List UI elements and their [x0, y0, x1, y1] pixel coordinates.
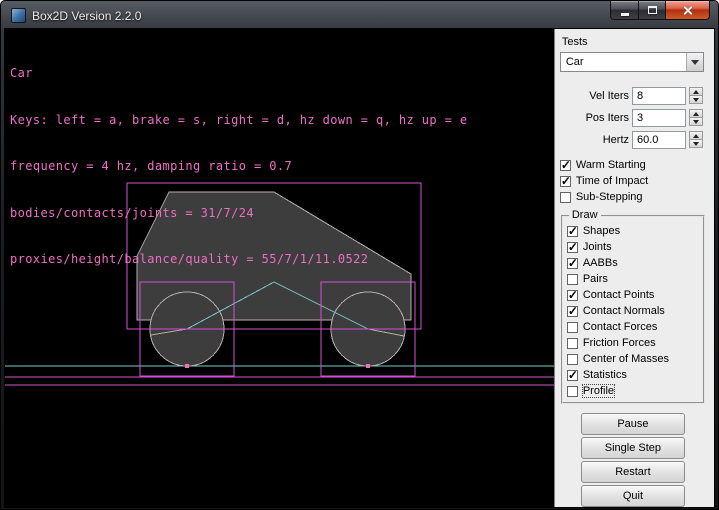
draw-contact-points-checkbox[interactable]: Contact Points: [567, 287, 701, 303]
draw-profile-label: Profile: [583, 385, 614, 397]
draw-friction-forces-label: Friction Forces: [583, 337, 656, 349]
titlebar[interactable]: Box2D Version 2.2.0: [4, 3, 715, 28]
draw-center-of-masses-label: Center of Masses: [583, 353, 669, 365]
contact-point-rear: [185, 364, 189, 368]
close-icon: [682, 5, 693, 16]
draw-aabbs-label: AABBs: [583, 257, 618, 269]
window-content: Car Keys: left = a, brake = s, right = d…: [4, 28, 715, 508]
info-line-test-name: Car: [10, 66, 467, 82]
vel-iters-label: Vel Iters: [589, 90, 629, 102]
draw-aabbs-checkbox[interactable]: AABBs: [567, 255, 701, 271]
test-select-value: Car: [561, 56, 686, 68]
window-controls: [610, 1, 710, 20]
pos-iters-down-button[interactable]: [689, 117, 703, 126]
draw-friction-forces-checkbox[interactable]: Friction Forces: [567, 335, 701, 351]
draw-contact-normals-checkbox[interactable]: Contact Normals: [567, 303, 701, 319]
minimize-icon: [621, 13, 629, 16]
test-select[interactable]: Car: [560, 52, 704, 72]
checkbox-box-icon: [567, 386, 578, 397]
draw-contact-points-label: Contact Points: [583, 289, 655, 301]
info-line-quality: proxies/height/balance/quality = 55/7/1/…: [10, 252, 467, 268]
vel-iters-row: Vel Iters 8: [560, 86, 706, 105]
pos-iters-input[interactable]: 3: [632, 109, 686, 127]
hertz-down-button[interactable]: [689, 139, 703, 148]
checkbox-box-icon: [567, 290, 578, 301]
action-buttons: Pause Single Step Restart Quit: [560, 413, 706, 507]
close-button[interactable]: [665, 1, 710, 20]
checkbox-box-icon: [567, 306, 578, 317]
pause-button[interactable]: Pause: [581, 413, 685, 435]
checkbox-box-icon: [567, 274, 578, 285]
draw-contact-forces-label: Contact Forces: [583, 321, 658, 333]
info-text: Car Keys: left = a, brake = s, right = d…: [10, 35, 467, 299]
checkbox-box-icon: [560, 160, 571, 171]
pos-iters-spinner: [689, 109, 703, 126]
checkbox-box-icon: [560, 192, 571, 203]
draw-contact-normals-label: Contact Normals: [583, 305, 665, 317]
tests-label: Tests: [562, 36, 706, 48]
draw-profile-checkbox[interactable]: Profile: [567, 383, 701, 399]
info-line-frequency: frequency = 4 hz, damping ratio = 0.7: [10, 159, 467, 175]
simulation-canvas[interactable]: Car Keys: left = a, brake = s, right = d…: [5, 29, 554, 507]
single-step-button[interactable]: Single Step: [581, 437, 685, 459]
draw-joints-label: Joints: [583, 241, 612, 253]
window-title: Box2D Version 2.2.0: [32, 9, 141, 23]
app-window: Box2D Version 2.2.0 Car Keys: left = a, …: [0, 0, 719, 510]
checkbox-box-icon: [567, 370, 578, 381]
draw-pairs-checkbox[interactable]: Pairs: [567, 271, 701, 287]
checkbox-box-icon: [567, 322, 578, 333]
control-panel: Tests Car Vel Iters 8 Pos Iters 3: [554, 29, 714, 507]
hertz-row: Hertz 60.0: [560, 130, 706, 149]
draw-pairs-label: Pairs: [583, 273, 608, 285]
hertz-label: Hertz: [603, 134, 629, 146]
hertz-input[interactable]: 60.0: [632, 131, 686, 149]
checkbox-box-icon: [567, 242, 578, 253]
draw-statistics-label: Statistics: [583, 369, 627, 381]
checkbox-box-icon: [567, 258, 578, 269]
draw-group-legend: Draw: [569, 209, 601, 221]
dropdown-button[interactable]: [686, 53, 703, 71]
iteration-controls: Vel Iters 8 Pos Iters 3 Hert: [560, 86, 706, 149]
checkbox-box-icon: [560, 176, 571, 187]
vel-iters-spinner: [689, 87, 703, 104]
pos-iters-row: Pos Iters 3: [560, 108, 706, 127]
vel-iters-down-button[interactable]: [689, 95, 703, 104]
draw-group: Draw Shapes Joints AABBs Pairs: [561, 215, 705, 404]
hertz-spinner: [689, 131, 703, 148]
solver-options: Warm Starting Time of Impact Sub-Steppin…: [560, 157, 706, 205]
sub-stepping-label: Sub-Stepping: [576, 191, 643, 203]
draw-shapes-label: Shapes: [583, 225, 620, 237]
chevron-down-icon: [691, 60, 699, 65]
vel-iters-input[interactable]: 8: [632, 87, 686, 105]
draw-contact-forces-checkbox[interactable]: Contact Forces: [567, 319, 701, 335]
draw-statistics-checkbox[interactable]: Statistics: [567, 367, 701, 383]
checkbox-box-icon: [567, 354, 578, 365]
maximize-icon: [648, 6, 657, 14]
quit-button[interactable]: Quit: [581, 485, 685, 507]
sub-stepping-checkbox[interactable]: Sub-Stepping: [560, 189, 706, 205]
checkbox-box-icon: [567, 226, 578, 237]
app-icon[interactable]: [11, 8, 26, 23]
warm-starting-checkbox[interactable]: Warm Starting: [560, 157, 706, 173]
draw-center-of-masses-checkbox[interactable]: Center of Masses: [567, 351, 701, 367]
maximize-button[interactable]: [638, 1, 666, 20]
minimize-button[interactable]: [610, 1, 639, 20]
time-of-impact-label: Time of Impact: [576, 175, 648, 187]
info-line-counts: bodies/contacts/joints = 31/7/24: [10, 206, 467, 222]
contact-point-front: [366, 364, 370, 368]
checkbox-box-icon: [567, 338, 578, 349]
pos-iters-label: Pos Iters: [586, 112, 629, 124]
draw-joints-checkbox[interactable]: Joints: [567, 239, 701, 255]
time-of-impact-checkbox[interactable]: Time of Impact: [560, 173, 706, 189]
warm-starting-label: Warm Starting: [576, 159, 646, 171]
restart-button[interactable]: Restart: [581, 461, 685, 483]
info-line-keys: Keys: left = a, brake = s, right = d, hz…: [10, 113, 467, 129]
draw-shapes-checkbox[interactable]: Shapes: [567, 223, 701, 239]
